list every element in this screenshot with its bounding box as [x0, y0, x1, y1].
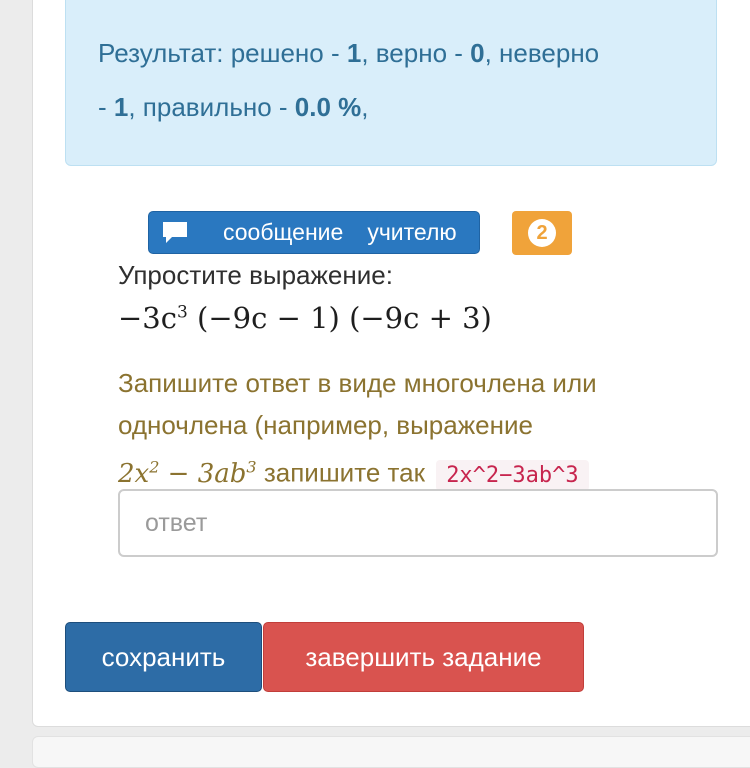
message-count-badge[interactable]: 2	[512, 211, 572, 255]
result-sep: ,	[361, 92, 369, 122]
result-sep: , неверно	[484, 38, 600, 68]
result-solved-count: 1	[346, 38, 362, 68]
hint-math-exp: 3	[246, 457, 257, 476]
result-sep: , правильно -	[128, 92, 295, 122]
answer-input[interactable]	[118, 489, 718, 557]
result-percent: 0.0 %	[294, 92, 362, 122]
question-title: Упростите выражение:	[118, 260, 393, 290]
expr-exponent: 3	[177, 302, 188, 323]
chat-bubble-icon	[161, 220, 189, 246]
hint-math-example: 2x2 − 3ab3	[118, 457, 257, 489]
expr-term: −3c	[118, 301, 177, 335]
next-card-edge	[32, 736, 750, 768]
hint-text: Запишите ответ в виде многочлена или одн…	[118, 368, 597, 440]
result-label: Результат: решено -	[98, 38, 347, 68]
message-count: 2	[528, 219, 556, 247]
expr-factors: (−9c − 1) (−9c + 3)	[187, 301, 492, 335]
result-correct-count: 0	[470, 38, 485, 68]
result-sep: , верно -	[361, 38, 471, 68]
finish-task-button[interactable]: завершить задание	[263, 622, 584, 692]
answer-hint: Запишите ответ в виде многочлена или одн…	[118, 362, 718, 497]
hint-math-exp: 2	[149, 457, 160, 476]
hint-text: запишите так	[256, 457, 433, 488]
save-button[interactable]: сохранить	[65, 622, 262, 692]
message-teacher-button[interactable]: сообщение учителю	[148, 211, 480, 254]
message-button-word2: учителю	[367, 219, 457, 245]
hint-math-term: 2x	[118, 458, 150, 489]
result-sep: -	[98, 92, 114, 122]
result-wrong-count: 1	[113, 92, 129, 122]
question-expression: −3c3 (−9c − 1) (−9c + 3)	[118, 301, 492, 335]
hint-math-term: − 3ab	[159, 458, 247, 489]
message-button-word1: сообщение	[223, 219, 344, 245]
result-summary: Результат: решено - 1, верно - 0, неверн…	[65, 0, 717, 166]
hint-code-example: 2x^2−3ab^3	[436, 459, 589, 491]
